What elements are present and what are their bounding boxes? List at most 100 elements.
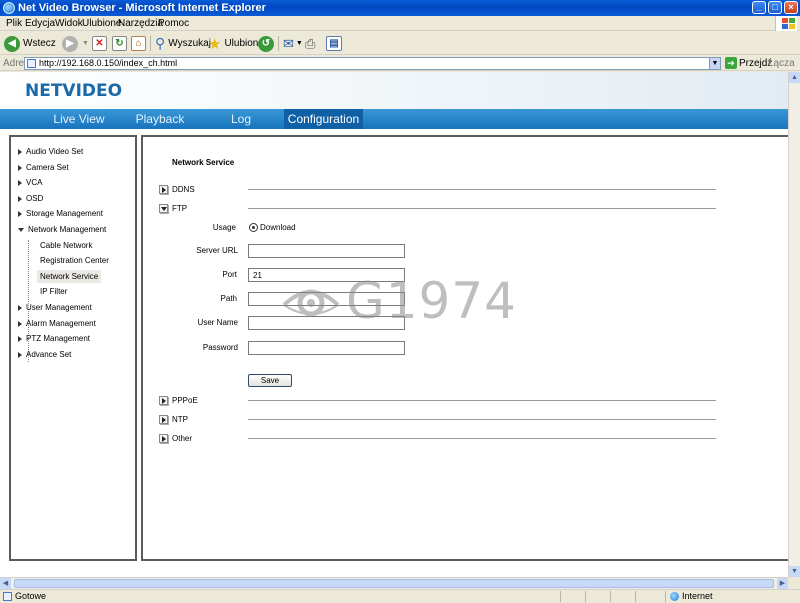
home-button[interactable]: ⌂: [131, 35, 146, 52]
accordion-other[interactable]: Other: [159, 434, 192, 443]
close-button[interactable]: ×: [784, 1, 798, 14]
vertical-scrollbar[interactable]: ▲ ▼: [788, 72, 800, 577]
horizontal-scrollbar[interactable]: ◀ ▶: [0, 577, 788, 589]
back-button[interactable]: ◀ Wstecz ▼: [4, 35, 69, 52]
tree-item-camera-set[interactable]: Camera Set: [18, 163, 69, 172]
edit-page-icon: ▤: [326, 36, 342, 51]
expand-icon: [159, 185, 168, 194]
mail-dropdown-icon[interactable]: ▼: [296, 40, 303, 47]
tree-item-audio-video-set[interactable]: Audio Video Set: [18, 147, 83, 156]
save-button[interactable]: Save: [248, 374, 292, 387]
tree-child-network-service[interactable]: Network Service: [37, 270, 102, 283]
path-input[interactable]: [248, 292, 405, 306]
expand-arrow-icon: [18, 148, 22, 155]
scroll-right-icon[interactable]: ▶: [777, 578, 788, 589]
tree-child-registration-center[interactable]: Registration Center: [40, 256, 109, 265]
password-input[interactable]: [248, 341, 405, 355]
history-button[interactable]: ↺: [258, 35, 274, 52]
tree-item-advance-set[interactable]: Advance Set: [18, 350, 71, 359]
search-icon: ⚲: [155, 35, 166, 51]
tree-item-ptz-management[interactable]: PTZ Management: [18, 334, 90, 343]
page-viewport: NETVIDEO Live View Playback Log Configur…: [0, 72, 788, 577]
globe-icon: [670, 591, 679, 601]
forward-dropdown-icon[interactable]: ▼: [82, 40, 89, 47]
tree-item-storage-management[interactable]: Storage Management: [18, 209, 103, 218]
accordion-pppoe[interactable]: PPPoE: [159, 396, 198, 405]
tree-item-user-management[interactable]: User Management: [18, 303, 92, 312]
maximize-button[interactable]: □: [768, 1, 782, 14]
scroll-left-icon[interactable]: ◀: [0, 578, 11, 589]
tree-child-cable-network[interactable]: Cable Network: [40, 241, 92, 250]
app-logo: NETVIDEO: [25, 81, 123, 101]
menu-pomoc[interactable]: Pomoc: [158, 18, 189, 29]
mail-button[interactable]: ✉ ▼: [283, 35, 303, 52]
expand-icon: [159, 434, 168, 443]
tab-log[interactable]: Log: [197, 109, 285, 129]
accordion-ddns[interactable]: DDNS: [159, 185, 195, 194]
menu-plik[interactable]: Plik: [6, 18, 22, 29]
tree-item-label: User Management: [26, 303, 92, 312]
scroll-up-icon[interactable]: ▲: [789, 72, 800, 83]
status-bar: Gotowe Internet: [0, 589, 800, 603]
search-button[interactable]: ⚲ Wyszukaj: [155, 35, 211, 52]
tree-item-label: PTZ Management: [26, 334, 91, 343]
toolbar-separator: [150, 36, 151, 51]
favorites-button[interactable]: ★ Ulubione: [208, 35, 264, 53]
divider: [248, 438, 716, 439]
go-button[interactable]: ➔ Przejdź: [725, 57, 772, 69]
tree-item-network-management[interactable]: Network Management: [18, 225, 106, 234]
search-label: Wyszukaj: [168, 38, 211, 49]
menu-widok[interactable]: Widok: [55, 18, 83, 29]
status-separator: [665, 591, 666, 602]
print-button[interactable]: ⎙: [305, 35, 315, 52]
menu-narzedzia[interactable]: Narzędzia: [118, 18, 163, 29]
edit-button[interactable]: ▤: [326, 35, 342, 52]
expand-arrow-icon: [18, 335, 22, 342]
tree-connector-line: [28, 240, 29, 362]
tree-item-vca[interactable]: VCA: [18, 178, 42, 187]
expand-arrow-icon: [18, 164, 22, 171]
path-label: Path: [220, 294, 237, 303]
tree-item-alarm-management[interactable]: Alarm Management: [18, 319, 96, 328]
server-url-input[interactable]: [248, 244, 405, 258]
tree-item-osd[interactable]: OSD: [18, 194, 43, 203]
links-button[interactable]: Łącza: [768, 58, 795, 69]
forward-button[interactable]: ▶ ▼: [62, 35, 89, 52]
accordion-label: DDNS: [172, 185, 195, 194]
tree-child-ip-filter[interactable]: IP Filter: [40, 287, 67, 296]
ie-logo-icon: [3, 2, 15, 14]
tab-configuration[interactable]: Configuration: [284, 109, 363, 129]
tab-playback[interactable]: Playback: [123, 109, 197, 129]
accordion-ntp[interactable]: NTP: [159, 415, 188, 424]
mail-icon: ✉: [283, 35, 294, 51]
user-name-input[interactable]: [248, 316, 405, 330]
accordion-label: NTP: [172, 415, 188, 424]
port-input[interactable]: [248, 268, 405, 282]
user-name-label: User Name: [197, 318, 238, 327]
minimize-button[interactable]: _: [752, 1, 766, 14]
main-nav: Live View Playback Log Configuration: [0, 109, 788, 129]
tree-item-label: Storage Management: [26, 209, 103, 218]
scroll-thumb[interactable]: [14, 579, 774, 588]
toolbar: ◀ Wstecz ▼ ▶ ▼ ✕ ↻ ⌂ ⚲ Wyszukaj ★ Ulubio…: [0, 32, 800, 55]
history-icon: ↺: [258, 35, 274, 52]
go-arrow-icon: ➔: [725, 57, 737, 69]
refresh-button[interactable]: ↻: [112, 35, 127, 52]
accordion-label: FTP: [172, 204, 188, 213]
scroll-down-icon[interactable]: ▼: [789, 566, 800, 577]
tab-live-view[interactable]: Live View: [35, 109, 123, 129]
address-input[interactable]: http://192.168.0.150/index_ch.html ▼: [24, 57, 721, 70]
back-arrow-icon: ◀: [4, 35, 20, 52]
address-dropdown-icon[interactable]: ▼: [709, 58, 720, 69]
toolbar-separator: [278, 36, 279, 51]
tree-item-label: Network Management: [28, 225, 107, 234]
stop-button[interactable]: ✕: [92, 35, 107, 52]
app-header: NETVIDEO: [0, 72, 788, 109]
menu-ulubione[interactable]: Ulubione: [82, 18, 121, 29]
star-icon: ★: [208, 35, 222, 53]
usage-download-radio[interactable]: Download: [249, 223, 296, 232]
expand-icon: [159, 415, 168, 424]
menu-edycja[interactable]: Edycja: [25, 18, 55, 29]
accordion-ftp[interactable]: FTP: [159, 204, 187, 213]
window-title: Net Video Browser - Microsoft Internet E…: [18, 2, 266, 14]
